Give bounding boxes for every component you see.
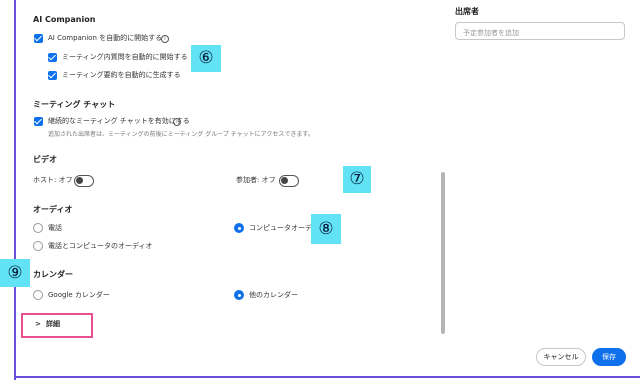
annotation-7-badge: ⑦ xyxy=(343,166,371,193)
audio-phone-radio[interactable] xyxy=(33,223,43,233)
meeting-chat-heading: ミーティング チャット xyxy=(33,100,116,109)
info-icon[interactable]: i xyxy=(161,35,169,43)
ai-summary-checkbox[interactable] xyxy=(48,71,57,80)
participant-video-toggle[interactable] xyxy=(279,175,299,187)
ai-auto-start-checkbox[interactable] xyxy=(34,34,43,43)
audio-heading: オーディオ xyxy=(33,205,73,214)
details-toggle[interactable]: 詳細 xyxy=(46,321,60,328)
ai-questions-label: ミーティング内質問を自動的に開始する xyxy=(62,53,188,61)
calendar-other-radio[interactable] xyxy=(234,290,244,300)
audio-both-radio[interactable] xyxy=(33,241,43,251)
ai-questions-checkbox[interactable] xyxy=(48,53,57,62)
continuous-chat-checkbox[interactable] xyxy=(34,117,43,126)
calendar-other-label: 他のカレンダー xyxy=(249,291,298,299)
annotation-8-badge: ⑧ xyxy=(311,214,341,244)
video-heading: ビデオ xyxy=(33,155,57,164)
host-video-toggle[interactable] xyxy=(74,175,94,187)
window-left-border xyxy=(14,0,16,380)
attendees-heading: 出席者 xyxy=(455,7,479,16)
cancel-button[interactable]: キャンセル xyxy=(536,348,586,366)
annotation-9-badge: ⑨ xyxy=(0,259,30,287)
continuous-chat-label: 継続的なミーティング チャットを有効にする xyxy=(48,117,190,125)
meeting-chat-note: 追加された出席者は、ミーティングの前後にミーティング グループ チャットにアクセ… xyxy=(48,131,314,138)
scrollbar-thumb[interactable] xyxy=(441,172,445,334)
host-video-label: ホスト: オフ xyxy=(33,176,73,184)
calendar-heading: カレンダー xyxy=(33,270,73,279)
ai-companion-heading: AI Companion xyxy=(33,15,96,24)
attendee-input[interactable]: 予定参加者を追加 xyxy=(455,22,625,40)
calendar-google-radio[interactable] xyxy=(33,290,43,300)
audio-phone-label: 電話 xyxy=(48,224,62,232)
audio-computer-radio[interactable] xyxy=(234,223,244,233)
chevron-right-icon[interactable]: > xyxy=(35,321,41,328)
ai-auto-start-label: AI Companion を自動的に開始する xyxy=(48,34,163,42)
annotation-6-badge: ⑥ xyxy=(191,45,221,72)
info-icon[interactable]: i xyxy=(173,118,181,126)
audio-both-label: 電話とコンピュータのオーディオ xyxy=(48,242,153,250)
participant-video-label: 参加者: オフ xyxy=(236,176,276,184)
calendar-google-label: Google カレンダー xyxy=(48,291,110,299)
save-button[interactable]: 保存 xyxy=(592,348,626,366)
window-bottom-border xyxy=(14,376,640,378)
ai-summary-label: ミーティング要約を自動的に生成する xyxy=(62,71,181,79)
